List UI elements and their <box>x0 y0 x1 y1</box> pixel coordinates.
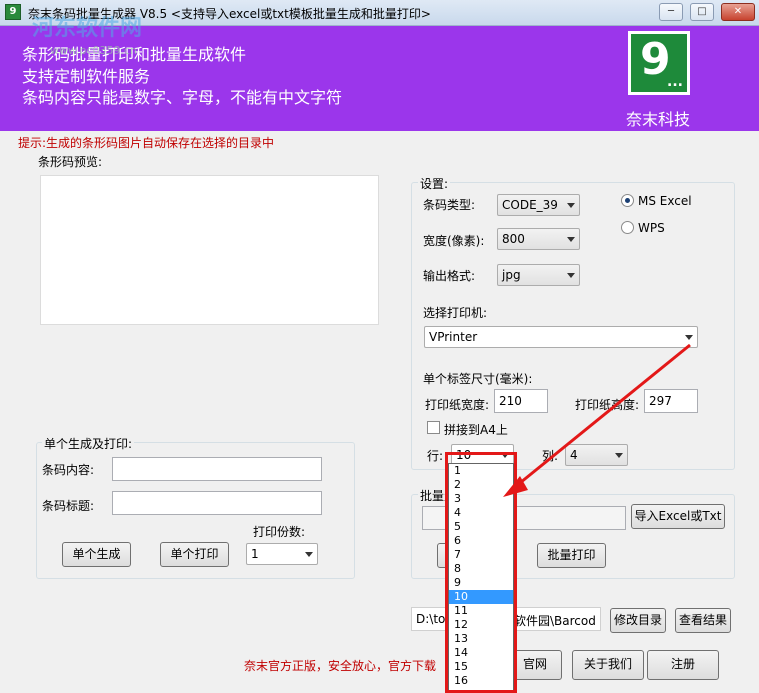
col-select[interactable]: 4 <box>565 444 628 466</box>
radio-wps-label: WPS <box>638 221 665 235</box>
preview-label: 条形码预览: <box>38 155 103 169</box>
a4-checkbox-label: 拼接到A4上 <box>444 423 508 437</box>
chevron-down-icon <box>501 453 509 458</box>
dropdown-option[interactable]: 14 <box>449 646 513 660</box>
radio-ms-excel-label: MS Excel <box>638 194 692 208</box>
content-input[interactable] <box>112 457 322 481</box>
paper-width-input[interactable]: 210 <box>494 389 548 413</box>
row-value: 10 <box>456 448 472 462</box>
app-icon: 9 <box>5 4 21 20</box>
chevron-down-icon <box>567 237 575 242</box>
view-result-button[interactable]: 查看结果 <box>675 608 731 633</box>
maximize-button[interactable]: □ <box>690 3 714 21</box>
single-print-button[interactable]: 单个打印 <box>160 542 229 567</box>
dropdown-option[interactable]: 12 <box>449 618 513 632</box>
dropdown-option[interactable]: 5 <box>449 520 513 534</box>
register-button[interactable]: 注册 <box>647 650 719 680</box>
dropdown-option[interactable]: 13 <box>449 632 513 646</box>
content-label: 条码内容: <box>42 463 95 477</box>
banner-line-1: 条形码批量打印和批量生成软件 <box>22 45 247 64</box>
width-label: 宽度(像素): <box>423 234 485 248</box>
dropdown-option[interactable]: 16 <box>449 674 513 688</box>
title-input[interactable] <box>112 491 322 515</box>
chevron-down-icon <box>567 273 575 278</box>
col-label: 列: <box>542 449 559 463</box>
copies-value: 1 <box>251 547 259 561</box>
paper-height-label: 打印纸高度: <box>575 398 640 412</box>
footer-notice: 奈末官方正版，安全放心，官方下载 <box>244 659 437 673</box>
label-size-label: 单个标签尺寸(毫米): <box>423 372 533 386</box>
chevron-down-icon <box>305 552 313 557</box>
close-button[interactable]: ✕ <box>721 3 755 21</box>
window-title: 奈末条码批量生成器 V8.5 <支持导入excel或txt模板批量生成和批量打印… <box>28 7 431 21</box>
paper-width-label: 打印纸宽度: <box>425 398 490 412</box>
minimize-button[interactable]: ─ <box>659 3 683 21</box>
chevron-down-icon <box>567 203 575 208</box>
col-value: 4 <box>570 448 578 462</box>
dropdown-option[interactable]: 9 <box>449 576 513 590</box>
settings-group-title: 设置: <box>418 175 451 192</box>
a4-checkbox[interactable] <box>427 421 440 434</box>
width-select[interactable]: 800 <box>497 228 580 250</box>
radio-ms-excel[interactable] <box>621 194 634 207</box>
format-select[interactable]: jpg <box>497 264 580 286</box>
row-dropdown-list: 1 2 3 4 5 6 7 8 9 10 11 12 13 14 15 16 <box>448 463 514 693</box>
title-bar: 9 奈末条码批量生成器 V8.5 <支持导入excel或txt模板批量生成和批量… <box>0 0 759 26</box>
printer-value: VPrinter <box>429 330 478 344</box>
format-label: 输出格式: <box>423 269 476 283</box>
copies-label: 打印份数: <box>253 525 306 539</box>
dropdown-option[interactable]: 7 <box>449 548 513 562</box>
single-generate-button[interactable]: 单个生成 <box>62 542 131 567</box>
chevron-down-icon <box>685 335 693 340</box>
dropdown-option[interactable]: 1 <box>449 464 513 478</box>
dropdown-option[interactable]: 3 <box>449 492 513 506</box>
printer-label: 选择打印机: <box>423 306 488 320</box>
dropdown-option[interactable]: 11 <box>449 604 513 618</box>
barcode-type-value: CODE_39 <box>502 198 558 212</box>
radio-wps[interactable] <box>621 221 634 234</box>
printer-select[interactable]: VPrinter <box>424 326 698 348</box>
row-label: 行: <box>427 449 444 463</box>
format-value: jpg <box>502 268 521 282</box>
barcode-type-select[interactable]: CODE_39 <box>497 194 580 216</box>
dropdown-option[interactable]: 6 <box>449 534 513 548</box>
import-button[interactable]: 导入Excel或Txt <box>631 504 725 529</box>
dropdown-option-selected[interactable]: 10 <box>449 590 513 604</box>
single-group-title: 单个生成及打印: <box>42 435 135 452</box>
about-button[interactable]: 关于我们 <box>572 650 644 680</box>
dropdown-option[interactable]: 2 <box>449 478 513 492</box>
copies-select[interactable]: 1 <box>246 543 318 565</box>
header-banner: 条形码批量打印和批量生成软件 支持定制软件服务 条码内容只能是数字、字母，不能有… <box>0 26 759 131</box>
company-logo: 9 ... <box>628 31 690 95</box>
company-name: 奈末科技 <box>626 110 691 129</box>
dropdown-option[interactable]: 8 <box>449 562 513 576</box>
banner-line-3: 条码内容只能是数字、字母，不能有中文字符 <box>22 88 343 107</box>
title-label: 条码标题: <box>42 499 95 513</box>
dropdown-option[interactable]: 4 <box>449 506 513 520</box>
change-dir-button[interactable]: 修改目录 <box>610 608 666 633</box>
dropdown-option[interactable]: 15 <box>449 660 513 674</box>
width-value: 800 <box>502 232 525 246</box>
paper-height-input[interactable]: 297 <box>644 389 698 413</box>
output-path-suffix: 软件园\Barcod <box>514 614 596 628</box>
batch-print-button[interactable]: 批量打印 <box>537 543 606 568</box>
barcode-type-label: 条码类型: <box>423 198 476 212</box>
chevron-down-icon <box>615 453 623 458</box>
barcode-preview <box>40 175 379 325</box>
logo-dots: ... <box>667 74 683 90</box>
hint-text: 提示:生成的条形码图片自动保存在选择的目录中 <box>18 136 275 150</box>
